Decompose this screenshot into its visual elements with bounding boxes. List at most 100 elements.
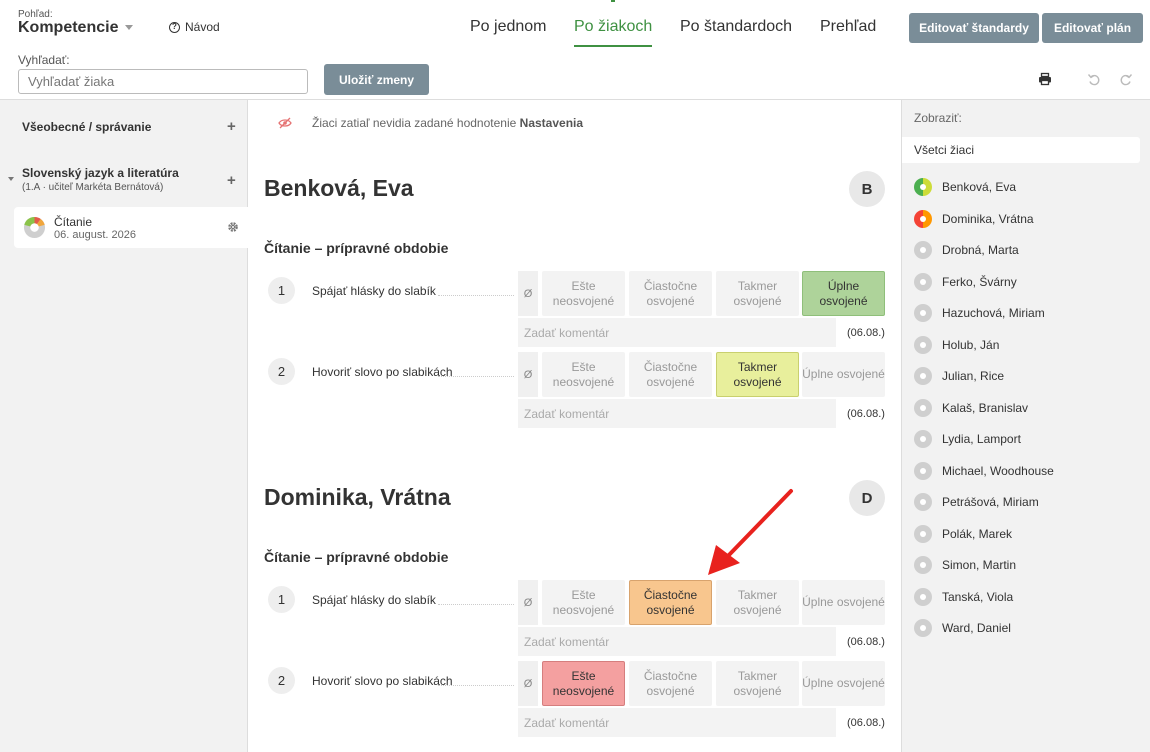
status-dot-icon (914, 367, 932, 385)
student-list-item[interactable]: Tanská, Viola (914, 587, 1013, 606)
comment-input[interactable]: Zadať komentár (518, 627, 836, 656)
help-link[interactable]: ? Návod (169, 20, 220, 34)
rating-level-button[interactable]: Ešte neosvojené (542, 580, 625, 625)
student-list-item[interactable]: Lydia, Lamport (914, 430, 1021, 448)
student-list-item[interactable]: Drobná, Marta (914, 241, 1019, 259)
search-input[interactable] (18, 69, 308, 94)
unit-card-citanie[interactable]: Čítanie 06. august. 2026 (14, 207, 248, 248)
comment-input[interactable]: Zadať komentár (518, 399, 836, 428)
student-name: Dominika, Vrátna (264, 484, 451, 510)
edit-plan-button[interactable]: Editovať plán (1042, 13, 1143, 43)
comment-input[interactable]: Zadať komentár (518, 708, 836, 737)
standard-number: 2 (268, 667, 295, 694)
standard-label: Hovoriť slovo po slabikách (312, 365, 453, 379)
rating-level-button[interactable]: Úplne osvojené (802, 580, 885, 625)
subject-general[interactable]: Všeobecné / správanie (22, 120, 151, 134)
student-list-item[interactable]: Julian, Rice (914, 367, 1004, 385)
assessment-date: (06.08.) (847, 636, 885, 648)
tab-po-ziakoch[interactable]: Po žiakoch (574, 0, 653, 47)
student-list-item[interactable]: Holub, Ján (914, 335, 1000, 354)
student-list-name: Hazuchová, Miriam (942, 306, 1045, 320)
caret-down-icon[interactable] (8, 177, 14, 181)
search-label: Vyhľadať: (18, 53, 70, 67)
grade-badge[interactable]: D (849, 480, 885, 516)
student-list-name: Benková, Eva (942, 180, 1017, 194)
status-dot-icon (914, 304, 932, 322)
student-list-item[interactable]: Benková, Eva (914, 178, 1016, 196)
unit-title: Čítanie (54, 215, 93, 229)
tab-prehlad[interactable]: Prehľad (820, 18, 876, 36)
undo-icon[interactable] (1087, 72, 1101, 86)
chevron-down-icon[interactable] (125, 25, 133, 30)
status-dot-icon (914, 430, 932, 448)
assessment-date: (06.08.) (847, 408, 885, 420)
null-rating-button[interactable]: Ø (518, 580, 538, 625)
print-icon[interactable] (1038, 72, 1052, 86)
student-list-item[interactable]: Petrášová, Miriam (914, 493, 1039, 511)
rating-level-button[interactable]: Ešte neosvojené (542, 271, 625, 316)
view-selector[interactable]: Kompetencie (18, 19, 118, 37)
add-subject-icon[interactable]: + (227, 173, 236, 188)
section-title: Čítanie – prípravné obdobie (264, 549, 449, 565)
status-dot-icon (914, 493, 932, 511)
comment-input[interactable]: Zadať komentár (518, 318, 836, 347)
status-dot-icon (914, 619, 932, 637)
student-list-item[interactable]: Simon, Martin (914, 556, 1016, 574)
student-list-item[interactable]: Ward, Daniel (914, 619, 1011, 637)
standard-label: Spájať hlásky do slabík (312, 593, 436, 607)
status-dot-icon (914, 209, 932, 228)
student-list-item[interactable]: Polák, Marek (914, 524, 1013, 543)
tab-po-standardoch[interactable]: Po štandardoch (680, 18, 792, 36)
rating-level-button[interactable]: Čiastočne osvojené (629, 271, 712, 316)
gear-icon[interactable] (227, 221, 239, 233)
student-list-name: Dominika, Vrátna (942, 211, 1034, 226)
student-list-name: Ward, Daniel (942, 621, 1011, 635)
visibility-notice: Žiaci zatiaľ nevidia zadané hodnotenie N… (312, 116, 583, 130)
unit-date: 06. august. 2026 (54, 229, 136, 241)
help-label: Návod (185, 20, 220, 34)
student-list-name: Polák, Marek (942, 526, 1013, 541)
standard-number: 1 (268, 277, 295, 304)
rating-level-button[interactable]: Čiastočne osvojené (629, 580, 712, 625)
null-rating-button[interactable]: Ø (518, 271, 538, 316)
redo-icon[interactable] (1119, 72, 1133, 86)
status-dot-icon (914, 398, 932, 417)
add-general-icon[interactable]: + (227, 119, 236, 134)
edit-standards-button[interactable]: Editovať štandardy (909, 13, 1039, 43)
student-list-name: Holub, Ján (942, 337, 1000, 352)
status-dot-icon (914, 556, 932, 574)
student-list-name: Drobná, Marta (942, 243, 1019, 257)
rating-level-button[interactable]: Ešte neosvojené (542, 352, 625, 397)
filter-all-students[interactable]: Všetci žiaci (902, 137, 1140, 163)
settings-link[interactable]: Nastavenia (520, 116, 583, 130)
null-rating-button[interactable]: Ø (518, 352, 538, 397)
student-list-item[interactable]: Kalaš, Branislav (914, 398, 1028, 417)
subject-slovak[interactable]: Slovenský jazyk a literatúra (22, 166, 179, 180)
top-header: Pohľad: Kompetencie ? Návod Po jednom Po… (0, 0, 1150, 100)
student-list-name: Michael, Woodhouse (942, 463, 1054, 478)
null-rating-button[interactable]: Ø (518, 661, 538, 706)
help-icon: ? (169, 21, 180, 33)
rating-level-button[interactable]: Úplne osvojené (802, 352, 885, 397)
eye-slash-icon (278, 117, 292, 129)
rating-level-button[interactable]: Čiastočne osvojené (629, 352, 712, 397)
student-list-item[interactable]: Ferko, Švárny (914, 272, 1017, 291)
rating-level-button[interactable]: Úplne osvojené (802, 271, 885, 316)
rating-level-button[interactable]: Úplne osvojené (802, 661, 885, 706)
rating-level-button[interactable]: Ešte neosvojené (542, 661, 625, 706)
dotted-leader (438, 685, 514, 686)
rating-level-button[interactable]: Takmer osvojené (716, 661, 799, 706)
rating-level-button[interactable]: Takmer osvojené (716, 352, 799, 397)
grade-badge[interactable]: B (849, 171, 885, 207)
tab-po-jednom[interactable]: Po jednom (470, 18, 547, 36)
student-list-name: Simon, Martin (942, 558, 1017, 572)
student-list-item[interactable]: Dominika, Vrátna (914, 209, 1034, 228)
save-button[interactable]: Uložiť zmeny (324, 64, 429, 95)
student-list-item[interactable]: Michael, Woodhouse (914, 461, 1054, 480)
rating-level-button[interactable]: Takmer osvojené (716, 580, 799, 625)
rating-level-button[interactable]: Čiastočne osvojené (629, 661, 712, 706)
student-list-item[interactable]: Hazuchová, Miriam (914, 304, 1045, 322)
rating-level-button[interactable]: Takmer osvojené (716, 271, 799, 316)
student-list-name: Ferko, Švárny (942, 274, 1017, 289)
status-dot-icon (914, 461, 932, 480)
